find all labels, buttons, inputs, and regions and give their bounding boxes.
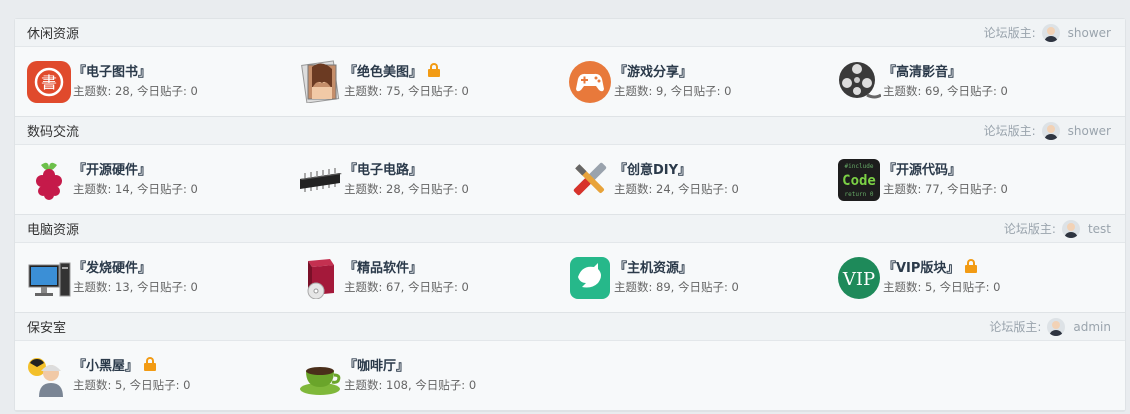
forum-stats: 主题数: 108, 今日贴子: 0: [344, 378, 477, 392]
forum-item[interactable]: 『高清影音』 主题数: 69, 今日贴子: 0: [837, 59, 1008, 103]
forum-item[interactable]: 『小黑屋』 主题数: 5, 今日贴子: 0: [27, 353, 191, 397]
category-security: 保安室 论坛版主: admin 『小黑屋』 主题数: 5, 今日贴子: 0 『咖…: [15, 313, 1125, 411]
category-header: 电脑资源 论坛版主: test: [15, 215, 1125, 243]
forum-stats: 主题数: 89, 今日贴子: 0: [614, 280, 739, 294]
moderator-label: 论坛版主:: [983, 26, 1036, 40]
avatar[interactable]: [1047, 317, 1066, 336]
forum-name[interactable]: 『绝色美图』: [344, 61, 422, 80]
forum-item[interactable]: 『电子电路』 主题数: 28, 今日贴子: 0: [298, 157, 469, 201]
moderator-link[interactable]: shower: [1068, 26, 1111, 40]
forum-item[interactable]: 『精品软件』 主题数: 67, 今日贴子: 0: [298, 255, 469, 300]
film-reel-icon[interactable]: [837, 59, 882, 103]
svg-text:Code: Code: [842, 173, 876, 189]
lock-icon: [965, 259, 978, 273]
forum-name[interactable]: 『开源代码』: [883, 158, 1008, 178]
category-digital: 数码交流 论坛版主: shower 『开源硬件』 主题数: 14, 今日贴子: …: [15, 117, 1125, 215]
moderator-link[interactable]: admin: [1073, 320, 1111, 334]
forum-name[interactable]: 『小黑屋』: [73, 355, 138, 374]
avatar[interactable]: [1061, 219, 1080, 238]
worker-icon[interactable]: [27, 353, 71, 397]
forum-list: 休闲资源 论坛版主: shower 書 『电子图书』 主题数: 28, 今日贴子…: [14, 18, 1126, 412]
moderator-info: 论坛版主: shower: [983, 121, 1111, 140]
moderator-info: 论坛版主: shower: [983, 23, 1111, 42]
gamepad-icon[interactable]: [568, 59, 612, 103]
forum-name[interactable]: 『游戏分享』: [614, 60, 732, 80]
svg-text:return 0: return 0: [845, 191, 874, 198]
forum-item[interactable]: 書 『电子图书』 主题数: 28, 今日贴子: 0: [27, 59, 198, 103]
coffee-cup-icon[interactable]: [298, 353, 342, 397]
category-header: 保安室 论坛版主: admin: [15, 313, 1125, 341]
forum-name[interactable]: 『创意DIY』: [614, 158, 739, 178]
forum-stats: 主题数: 9, 今日贴子: 0: [614, 84, 732, 98]
category-header: 数码交流 论坛版主: shower: [15, 117, 1125, 145]
forum-stats: 主题数: 28, 今日贴子: 0: [73, 84, 198, 98]
forum-name[interactable]: 『电子图书』: [73, 60, 198, 80]
moderator-info: 论坛版主: test: [1003, 219, 1111, 238]
tools-icon[interactable]: [568, 157, 612, 201]
forum-name[interactable]: 『发烧硬件』: [73, 256, 198, 276]
forum-stats: 主题数: 5, 今日贴子: 0: [73, 378, 191, 392]
code-icon[interactable]: #include Code return 0: [837, 157, 881, 201]
chip-icon[interactable]: [298, 157, 342, 201]
dove-icon[interactable]: [568, 255, 612, 299]
forum-stats: 主题数: 13, 今日贴子: 0: [73, 280, 198, 294]
forum-item[interactable]: 『创意DIY』 主题数: 24, 今日贴子: 0: [568, 157, 739, 201]
avatar[interactable]: [1041, 23, 1060, 42]
forum-stats: 主题数: 24, 今日贴子: 0: [614, 182, 739, 196]
moderator-info: 论坛版主: admin: [989, 317, 1111, 336]
forum-name[interactable]: 『电子电路』: [344, 158, 469, 178]
moderator-label: 论坛版主:: [983, 124, 1036, 138]
category-header: 休闲资源 论坛版主: shower: [15, 19, 1125, 47]
forum-stats: 主题数: 75, 今日贴子: 0: [344, 84, 469, 98]
lock-icon: [144, 357, 157, 371]
forum-item[interactable]: 『开源硬件』 主题数: 14, 今日贴子: 0: [27, 157, 198, 201]
forum-item[interactable]: VIP 『VIP版块』 主题数: 5, 今日贴子: 0: [837, 255, 1001, 299]
moderator-label: 论坛版主:: [989, 320, 1042, 334]
forum-item[interactable]: 『主机资源』 主题数: 89, 今日贴子: 0: [568, 255, 739, 299]
forum-name[interactable]: 『高清影音』: [883, 60, 1008, 80]
category-title[interactable]: 电脑资源: [27, 219, 79, 238]
category-computer: 电脑资源 论坛版主: test 『发烧硬件』 主题数: 13, 今日贴子: 0: [15, 215, 1125, 313]
forum-stats: 主题数: 28, 今日贴子: 0: [344, 182, 469, 196]
category-title[interactable]: 保安室: [27, 317, 66, 336]
svg-text:VIP: VIP: [842, 269, 875, 290]
forum-name[interactable]: 『主机资源』: [614, 256, 739, 276]
svg-text:#include: #include: [845, 163, 874, 170]
forum-item[interactable]: 『咖啡厅』 主题数: 108, 今日贴子: 0: [298, 353, 476, 397]
raspberry-icon[interactable]: [27, 157, 71, 201]
forum-stats: 主题数: 77, 今日贴子: 0: [883, 182, 1008, 196]
software-box-icon[interactable]: [298, 255, 342, 300]
forum-name[interactable]: 『精品软件』: [344, 256, 469, 276]
forum-stats: 主题数: 67, 今日贴子: 0: [344, 280, 469, 294]
moderator-link[interactable]: test: [1088, 222, 1111, 236]
forum-name[interactable]: 『咖啡厅』: [344, 354, 476, 374]
vip-icon[interactable]: VIP: [837, 255, 881, 299]
forum-name[interactable]: 『VIP版块』: [883, 257, 959, 276]
photo-icon[interactable]: [298, 59, 342, 104]
forum-name[interactable]: 『开源硬件』: [73, 158, 198, 178]
avatar[interactable]: [1041, 121, 1060, 140]
ebook-icon[interactable]: 書: [27, 59, 71, 103]
category-title[interactable]: 休闲资源: [27, 23, 79, 42]
moderator-link[interactable]: shower: [1068, 124, 1111, 138]
moderator-label: 论坛版主:: [1003, 222, 1056, 236]
category-casual: 休闲资源 论坛版主: shower 書 『电子图书』 主题数: 28, 今日贴子…: [15, 19, 1125, 117]
forum-stats: 主题数: 14, 今日贴子: 0: [73, 182, 198, 196]
category-title[interactable]: 数码交流: [27, 121, 79, 140]
forum-stats: 主题数: 69, 今日贴子: 0: [883, 84, 1008, 98]
desktop-icon[interactable]: [27, 255, 71, 299]
forum-item[interactable]: 『游戏分享』 主题数: 9, 今日贴子: 0: [568, 59, 732, 103]
forum-stats: 主题数: 5, 今日贴子: 0: [883, 280, 1001, 294]
svg-text:書: 書: [41, 73, 57, 92]
lock-icon: [428, 63, 441, 77]
forum-item[interactable]: #include Code return 0 『开源代码』 主题数: 77, 今日贴…: [837, 157, 1008, 201]
forum-item[interactable]: 『绝色美图』 主题数: 75, 今日贴子: 0: [298, 59, 469, 104]
forum-item[interactable]: 『发烧硬件』 主题数: 13, 今日贴子: 0: [27, 255, 198, 299]
